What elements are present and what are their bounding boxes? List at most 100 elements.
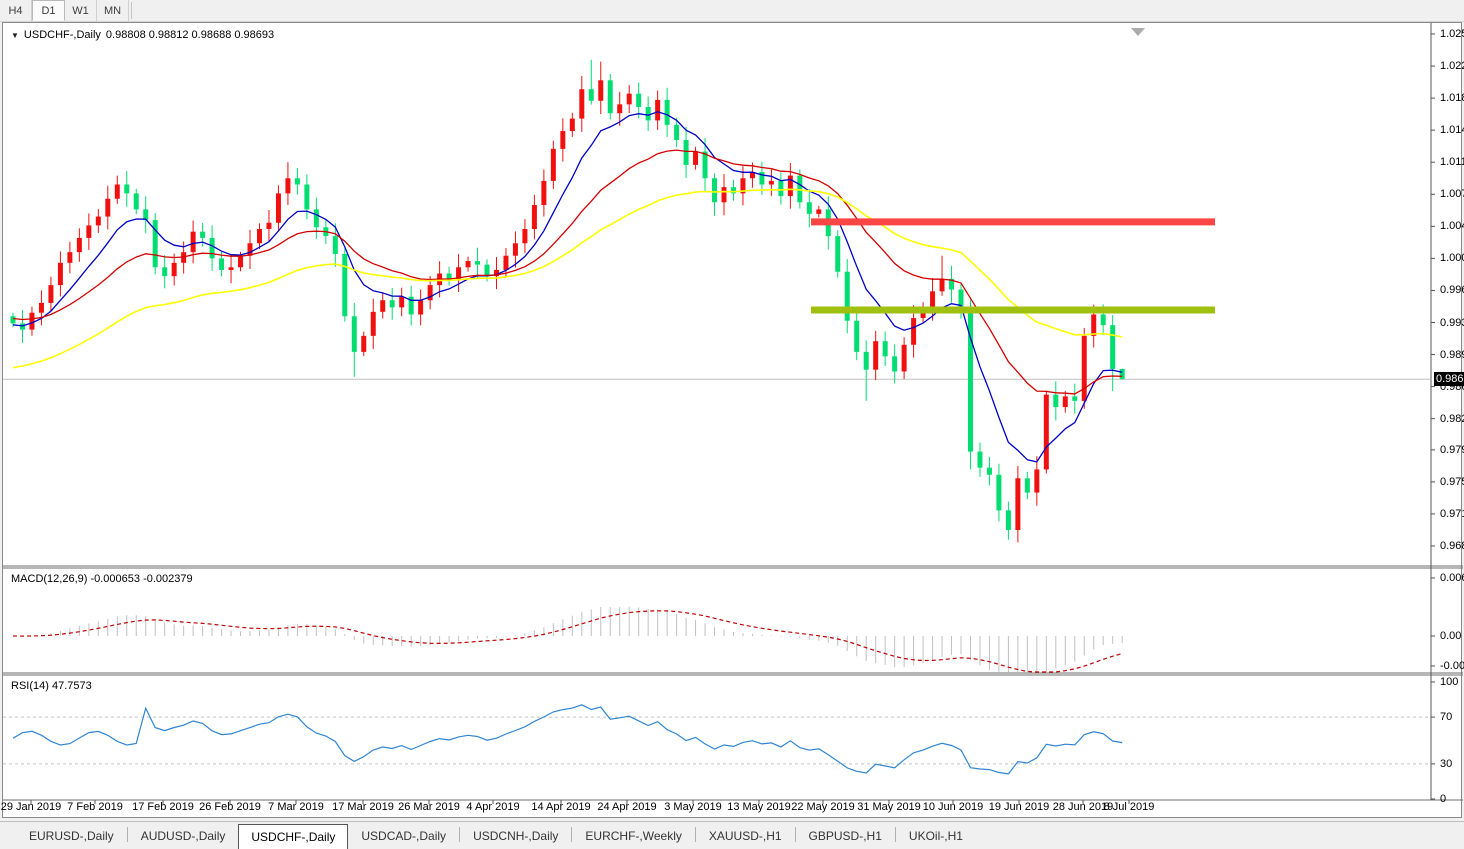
candle-body <box>58 263 63 285</box>
candle-body <box>503 256 508 270</box>
candle-body <box>67 252 72 263</box>
candle-body <box>295 178 300 184</box>
price-axis-label: 0.98970 <box>1440 349 1464 361</box>
candle-body <box>977 452 982 468</box>
candle-body <box>608 80 613 113</box>
chart-tab-usdcad-daily[interactable]: USDCAD-,Daily <box>348 824 459 848</box>
candle-body <box>788 176 793 196</box>
price-axis-label: 0.99690 <box>1440 284 1464 296</box>
price-axis-label: 1.01490 <box>1440 124 1464 136</box>
candle-body <box>778 181 783 196</box>
candle-body <box>693 152 698 165</box>
candle-body <box>143 209 148 220</box>
candle-body <box>807 202 812 214</box>
price-axis-label: 0.99330 <box>1440 317 1464 329</box>
candle-body <box>1063 396 1068 407</box>
candle-body <box>703 152 708 179</box>
candle-body <box>29 313 34 330</box>
candle-body <box>684 140 689 165</box>
timeframe-toolbar: H4 D1 W1 MN <box>0 0 1464 22</box>
candle-body <box>930 291 935 307</box>
ma-fast-line <box>13 112 1122 462</box>
candle-body <box>266 223 271 229</box>
candle-body <box>560 131 565 149</box>
candle-body <box>210 238 215 258</box>
date-axis-label: 17 Mar 2019 <box>332 801 394 813</box>
candle-body <box>722 187 727 202</box>
candle-body <box>172 263 177 276</box>
candle-body <box>191 232 196 252</box>
candle-body <box>380 300 385 312</box>
chart-tab-usdcnh-daily[interactable]: USDCNH-,Daily <box>460 824 571 848</box>
price-axis-label: 0.98250 <box>1440 413 1464 425</box>
rsi-label: RSI(14) 47.7573 <box>11 680 92 692</box>
candle-body <box>485 265 490 277</box>
timeframe-button-mn[interactable]: MN <box>97 0 129 21</box>
candle-body <box>522 229 527 243</box>
timeframe-button-h4[interactable]: H4 <box>0 0 32 21</box>
rsi-axis-label: 100 <box>1440 676 1458 688</box>
candle-body <box>1025 478 1030 492</box>
timeframe-button-d1[interactable]: D1 <box>32 0 65 21</box>
macd-axis-label: 0.00613 <box>1440 572 1464 584</box>
timeframe-button-w1[interactable]: W1 <box>65 0 97 21</box>
chart-tab-eurchf-weekly[interactable]: EURCHF-,Weekly <box>572 824 694 848</box>
chart-tab-xauusd-h1[interactable]: XAUUSD-,H1 <box>696 824 795 848</box>
candle-body <box>769 181 774 185</box>
candle-body <box>219 258 224 270</box>
candle-body <box>712 178 717 202</box>
chart-tab-gbpusd-h1[interactable]: GBPUSD-,H1 <box>796 824 895 848</box>
date-axis-label: 7 Mar 2019 <box>268 801 324 813</box>
price-axis-label: 1.01130 <box>1440 156 1464 168</box>
candle-body <box>589 89 594 101</box>
candle-body <box>200 232 205 238</box>
candle-body <box>466 261 471 267</box>
macd-axis-label: 0.00 <box>1440 630 1461 642</box>
symbol-dropdown-icon[interactable]: ▼ <box>11 31 19 40</box>
chart-tab-usdchf-daily[interactable]: USDCHF-,Daily <box>238 824 348 849</box>
candle-body <box>646 107 651 120</box>
chart-tab-audusd-daily[interactable]: AUDUSD-,Daily <box>128 824 239 848</box>
macd-label: MACD(12,26,9) -0.000653 -0.002379 <box>11 573 193 585</box>
price-axis-label: 1.02570 <box>1440 28 1464 40</box>
candle-body <box>911 318 916 345</box>
price-axis-label: 0.96820 <box>1440 540 1464 552</box>
candle-body <box>418 300 423 314</box>
chart-tab-ukoil-h1[interactable]: UKOil-,H1 <box>896 824 976 848</box>
date-axis-label: 13 May 2019 <box>727 801 791 813</box>
candle-body <box>513 243 518 255</box>
rsi-axis-label: 70 <box>1440 711 1452 723</box>
candle-body <box>447 274 452 279</box>
candle-body <box>797 176 802 203</box>
macd-axis-label: -0.007612 <box>1440 660 1464 672</box>
candle-body <box>86 225 91 237</box>
price-axis-label: 1.01850 <box>1440 92 1464 104</box>
date-axis-label: 26 Feb 2019 <box>199 801 261 813</box>
date-axis-label: 26 Mar 2019 <box>398 801 460 813</box>
candle-body <box>96 217 101 226</box>
quote-ohlc: 0.98808 0.98812 0.98688 0.98693 <box>106 29 274 41</box>
chart-tab-eurusd-daily[interactable]: EURUSD-,Daily <box>16 824 127 848</box>
candle-body <box>1101 314 1106 325</box>
candle-body <box>314 209 319 227</box>
candle-body <box>598 80 603 100</box>
chart-window[interactable]: ▼ USDCHF-,Daily 0.98808 0.98812 0.98688 … <box>2 22 1462 818</box>
candle-body <box>352 316 357 352</box>
candle-body <box>617 104 622 113</box>
candle-body <box>390 300 395 307</box>
candle-body <box>1082 336 1087 401</box>
current-price-tag: 0.98693 <box>1434 372 1464 386</box>
candle-body <box>475 261 480 265</box>
candle-body <box>1044 395 1049 470</box>
toolbar-divider <box>131 2 132 19</box>
candle-body <box>229 267 234 270</box>
price-axis-label: 1.00050 <box>1440 252 1464 264</box>
candle-body <box>902 345 907 372</box>
candle-body <box>892 356 897 371</box>
candle-body <box>124 184 129 193</box>
candle-body <box>361 336 366 352</box>
chart-canvas[interactable] <box>3 23 1463 819</box>
autoscroll-marker-icon[interactable] <box>1131 28 1145 36</box>
candle-body <box>39 303 44 313</box>
candle-body <box>248 243 253 255</box>
